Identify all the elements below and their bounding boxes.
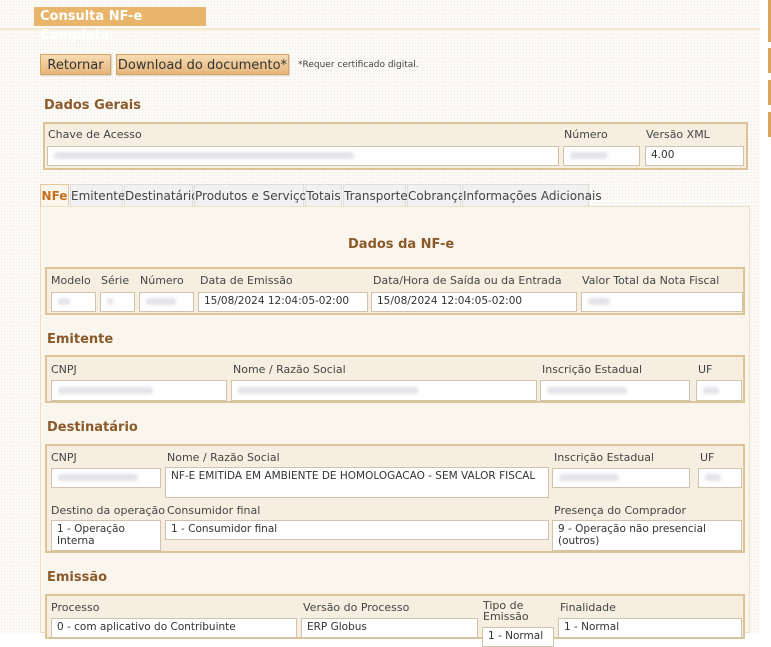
destination-field: 1 - Operação Interna [51, 520, 161, 551]
issue-date-label: Data de Emissão [200, 274, 293, 287]
nfe-data-heading: Dados da NF-e [348, 237, 455, 252]
process-field: 0 - com aplicativo do Contribuinte [51, 618, 297, 638]
tab-nfe[interactable]: NFe [40, 184, 69, 207]
emission-fieldset: Processo 0 - com aplicativo do Contribui… [45, 594, 745, 647]
emission-type-field: 1 - Normal [482, 627, 554, 647]
page-title: Consulta NF-e Completa [34, 7, 206, 43]
tab-destinatario[interactable]: Destinatário [124, 184, 199, 206]
access-key-field [47, 146, 559, 166]
issuer-heading: Emitente [47, 332, 114, 347]
xml-version-field: 4.00 [645, 146, 744, 166]
issuer-ie-label: Inscrição Estadual [542, 363, 643, 376]
recipient-cnpj-field [51, 468, 161, 488]
back-button[interactable]: Retornar [40, 54, 111, 75]
series-label: Série [101, 274, 130, 287]
download-document-button[interactable]: Download do documento* [116, 54, 289, 75]
recipient-ie-field [552, 468, 690, 488]
model-label: Modelo [51, 274, 91, 287]
tab-transporte[interactable]: Transporte [343, 184, 408, 206]
presence-label: Presença do Comprador [554, 504, 687, 517]
destination-label: Destino da operação [51, 504, 166, 517]
number-label: Número [564, 128, 608, 141]
presence-field: 9 - Operação não presencial (outros) [552, 520, 742, 551]
recipient-ie-label: Inscrição Estadual [554, 451, 655, 464]
tab-emitente[interactable]: Emitente [70, 184, 125, 206]
general-heading: Dados Gerais [44, 98, 141, 113]
recipient-uf-label: UF [700, 451, 715, 464]
emission-heading: Emissão [47, 570, 108, 585]
general-fieldset: Chave de Acesso Número Versão XML 4.00 [43, 122, 748, 170]
model-field [51, 292, 96, 312]
final-consumer-label: Consumidor final [167, 504, 261, 517]
title-bar [0, 28, 760, 32]
issuer-uf-label: UF [698, 363, 713, 376]
recipient-cnpj-label: CNPJ [51, 451, 77, 464]
recipient-fieldset: CNPJ Nome / Razão Social NF-E EMITIDA EM… [45, 444, 745, 553]
total-label: Valor Total da Nota Fiscal [582, 274, 720, 287]
number-field [563, 146, 640, 166]
series-field [100, 292, 135, 312]
issuer-cnpj-label: CNPJ [51, 363, 77, 376]
process-version-label: Versão do Processo [303, 601, 410, 614]
tab-informacoes-adicionais[interactable]: Informações Adicionais [462, 184, 602, 206]
purpose-label: Finalidade [560, 601, 616, 614]
issue-date-field: 15/08/2024 12:04:05-02:00 [198, 292, 368, 312]
issuer-ie-field [540, 380, 690, 401]
issuer-uf-field [696, 380, 742, 401]
xml-version-label: Versão XML [646, 128, 710, 141]
recipient-uf-field [698, 468, 742, 488]
issuer-cnpj-field [51, 380, 227, 401]
tab-cobranca[interactable]: Cobrança [407, 184, 465, 206]
access-key-label: Chave de Acesso [48, 128, 142, 141]
total-field [581, 292, 743, 312]
nfe-number-label: Número [140, 274, 184, 287]
process-version-field: ERP Globus [301, 618, 478, 638]
nfe-number-field [139, 292, 194, 312]
issuer-name-field [231, 380, 537, 401]
tab-totais[interactable]: Totais [305, 184, 342, 206]
process-label: Processo [51, 601, 100, 614]
issuer-name-label: Nome / Razão Social [233, 363, 346, 376]
exit-date-label: Data/Hora de Saída ou da Entrada [373, 274, 562, 287]
tab-produtos-servicos[interactable]: Produtos e Serviços [194, 184, 313, 206]
recipient-name-field: NF-E EMITIDA EM AMBIENTE DE HOMOLOGACAO … [165, 467, 549, 498]
recipient-name-label: Nome / Razão Social [167, 451, 280, 464]
purpose-field: 1 - Normal [558, 618, 742, 638]
certificate-note: *Requer certificado digital. [298, 60, 419, 70]
exit-date-field: 15/08/2024 12:04:05-02:00 [371, 292, 577, 312]
nfe-fieldset: Modelo Série Número Data de Emissão 15/0… [45, 267, 745, 315]
issuer-fieldset: CNPJ Nome / Razão Social Inscrição Estad… [45, 355, 745, 403]
emission-type-label: Tipo de Emissão [483, 599, 529, 623]
recipient-heading: Destinatário [47, 420, 138, 435]
final-consumer-field: 1 - Consumidor final [165, 520, 549, 540]
